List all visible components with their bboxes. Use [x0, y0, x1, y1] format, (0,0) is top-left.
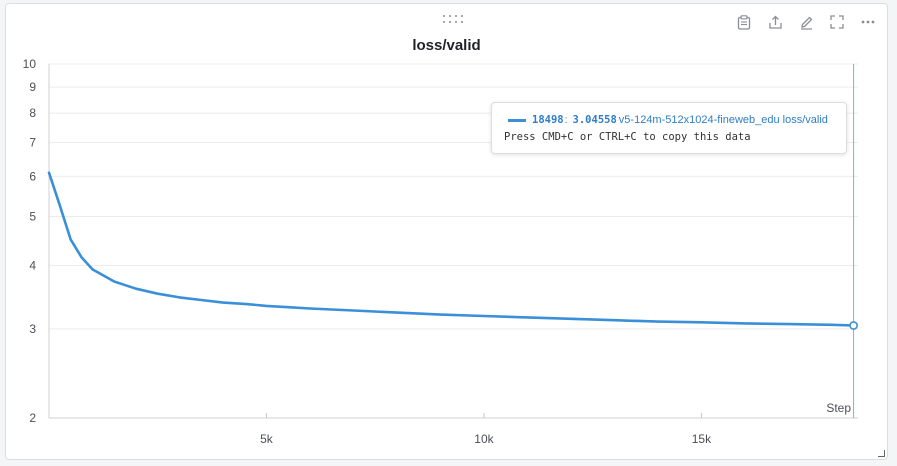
tooltip-series-name: v5-124m-512x1024-fineweb_edu loss/valid — [618, 114, 828, 126]
y-tick-label: 5 — [29, 209, 36, 223]
x-tick-label: 5k — [260, 432, 274, 446]
hover-layer — [849, 64, 858, 418]
hover-point — [849, 321, 858, 330]
tooltip-copy-hint: Press CMD+C or CTRL+C to copy this data — [504, 131, 751, 143]
tooltip-separator: : — [564, 114, 568, 126]
line-chart[interactable]: Step 2 3 4 5 6 7 8 9 10 5k 10k 15k — [0, 0, 897, 466]
x-tick-label: 15k — [692, 432, 712, 446]
data-tooltip: 18498 : 3.04558 v5-124m-512x1024-fineweb… — [491, 102, 847, 154]
y-tick-label: 9 — [29, 80, 36, 94]
tooltip-row: 18498 : 3.04558 v5-124m-512x1024-fineweb… — [508, 114, 828, 126]
y-tick-label: 4 — [29, 259, 36, 273]
x-tick-label: 10k — [474, 432, 494, 446]
y-tick-label: 3 — [29, 322, 36, 336]
series-swatch — [508, 118, 526, 122]
y-tick-label: 2 — [29, 411, 36, 425]
y-tick-label: 8 — [29, 106, 36, 120]
series-line — [47, 171, 855, 327]
tooltip-value: 3.04558 — [572, 114, 617, 126]
y-tick-label: 7 — [29, 135, 36, 149]
y-tick-label: 10 — [23, 57, 37, 71]
y-tick-label: 6 — [29, 169, 36, 183]
tooltip-step: 18498 — [532, 114, 564, 126]
series-lines — [47, 171, 855, 327]
y-axis-ticks: 2 3 4 5 6 7 8 9 10 — [23, 57, 37, 425]
x-axis-label: Step — [826, 401, 851, 415]
